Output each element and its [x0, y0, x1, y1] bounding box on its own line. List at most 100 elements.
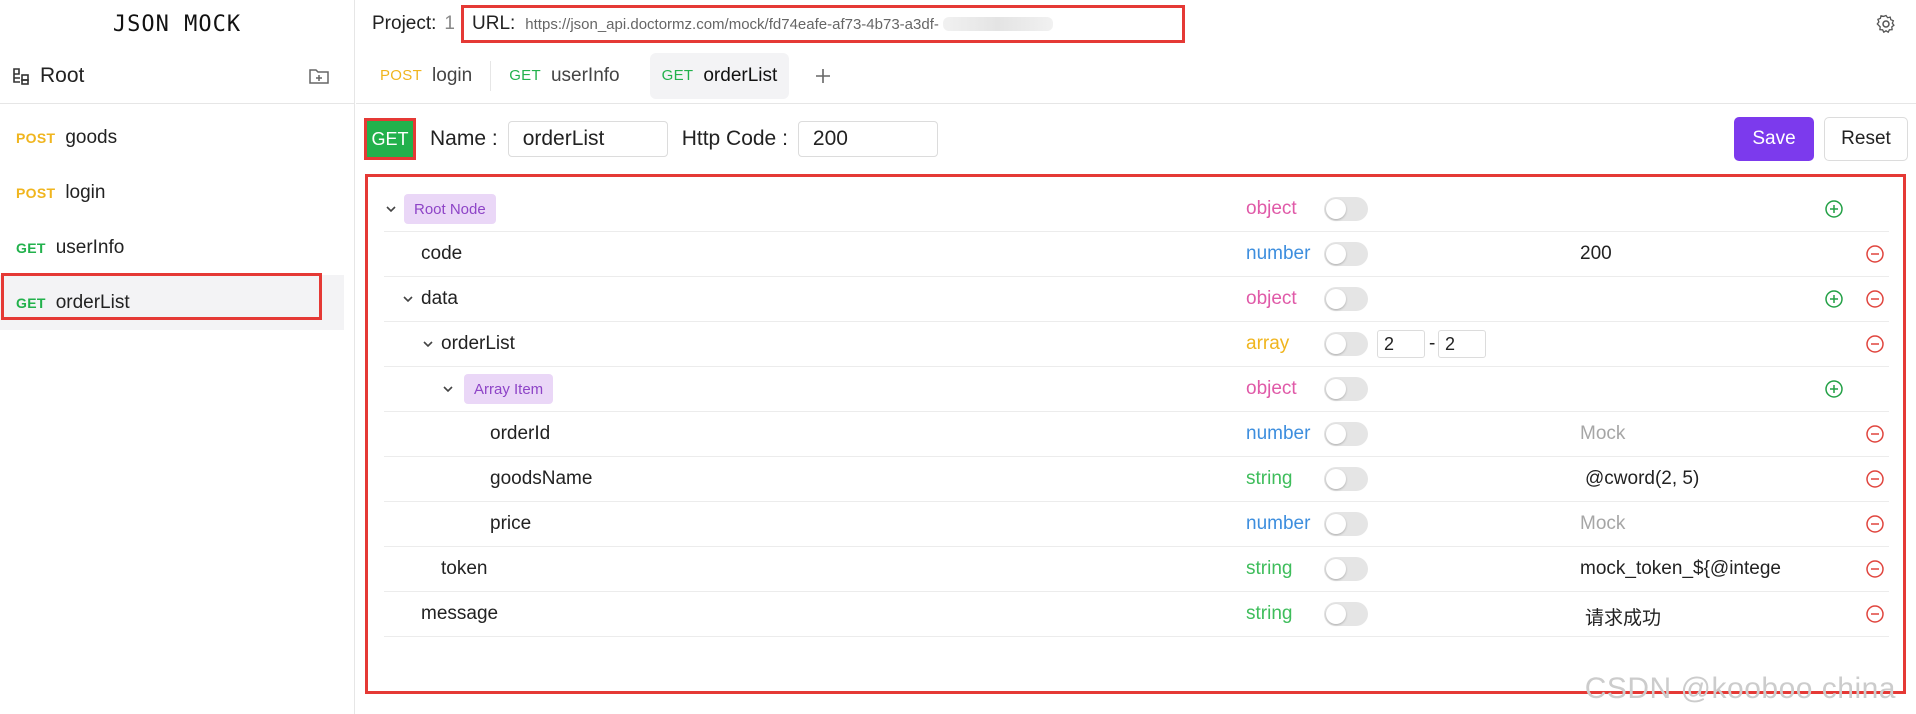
field-key[interactable]: orderList	[441, 333, 515, 355]
plus-icon	[816, 68, 831, 83]
tree-row-message: message string 请求成功	[384, 592, 1889, 637]
toggle-switch[interactable]	[1324, 602, 1368, 626]
toggle-switch[interactable]	[1324, 377, 1368, 401]
remove-circle-icon[interactable]	[1865, 244, 1885, 264]
mock-input[interactable]: Mock	[1580, 423, 1625, 445]
api-item-goods[interactable]: POST goods	[0, 110, 344, 165]
toggle-switch[interactable]	[1324, 287, 1368, 311]
field-key[interactable]: token	[441, 558, 487, 580]
toggle-switch[interactable]	[1324, 332, 1368, 356]
root-label: Root	[40, 63, 85, 87]
type-label[interactable]: number	[1246, 243, 1310, 265]
tree-row-data: data object	[384, 277, 1889, 322]
toggle-switch[interactable]	[1324, 197, 1368, 221]
add-circle-icon[interactable]	[1824, 379, 1844, 399]
name-input[interactable]	[507, 121, 668, 157]
field-key[interactable]: price	[490, 513, 531, 535]
add-circle-icon[interactable]	[1824, 289, 1844, 309]
api-name: userInfo	[55, 236, 125, 258]
method-select-button[interactable]: GET	[364, 118, 416, 160]
method-badge: GET	[509, 67, 541, 84]
method-badge: POST	[16, 129, 56, 146]
chevron-down-icon[interactable]	[384, 202, 398, 216]
api-name: orderList	[55, 291, 130, 313]
api-list: POST goods POST login GET userInfo GET o…	[0, 104, 354, 330]
tree-row-token: token string mock_token_${@intege	[384, 547, 1889, 592]
array-min-input[interactable]: 2	[1377, 330, 1425, 358]
range-separator: -	[1429, 333, 1436, 354]
chevron-down-icon[interactable]	[401, 292, 415, 306]
field-key[interactable]: data	[421, 288, 458, 310]
remove-circle-icon[interactable]	[1865, 289, 1885, 309]
type-label[interactable]: object	[1246, 288, 1297, 310]
field-key[interactable]: code	[421, 243, 462, 265]
gear-icon[interactable]	[1876, 14, 1896, 34]
remove-circle-icon[interactable]	[1865, 469, 1885, 489]
tab-label: orderList	[703, 64, 778, 86]
type-label[interactable]: array	[1246, 333, 1289, 355]
chevron-down-icon[interactable]	[441, 382, 455, 396]
add-folder-icon[interactable]	[308, 66, 330, 86]
request-form: GET Name : Http Code : Save Reset	[364, 117, 1908, 161]
api-item-userinfo[interactable]: GET userInfo	[0, 220, 344, 275]
mock-value[interactable]: 200	[1580, 243, 1612, 265]
remove-circle-icon[interactable]	[1865, 514, 1885, 534]
method-badge: GET	[16, 239, 46, 256]
tree-structure-icon	[13, 67, 29, 85]
method-badge: POST	[380, 67, 423, 84]
method-badge: GET	[16, 294, 46, 311]
toggle-switch[interactable]	[1324, 467, 1368, 491]
api-item-login[interactable]: POST login	[0, 165, 344, 220]
field-key[interactable]: message	[421, 603, 498, 625]
mock-value[interactable]: mock_token_${@intege	[1580, 558, 1781, 580]
save-button[interactable]: Save	[1734, 117, 1814, 161]
type-label[interactable]: object	[1246, 198, 1297, 220]
http-code-input[interactable]	[797, 121, 938, 157]
tree-row-orderid: orderId number Mock	[384, 412, 1889, 457]
method-badge: POST	[16, 184, 56, 201]
toggle-switch[interactable]	[1324, 422, 1368, 446]
field-key[interactable]: goodsName	[490, 468, 592, 490]
type-label[interactable]: object	[1246, 378, 1297, 400]
tab-orderlist[interactable]: GET orderList	[649, 52, 790, 99]
mock-value[interactable]: 请求成功	[1585, 603, 1661, 630]
type-label[interactable]: string	[1246, 603, 1292, 625]
type-label[interactable]: string	[1246, 468, 1292, 490]
tree-row-code: code number 200	[384, 232, 1889, 277]
tree-row-orderlist: orderList array 2 - 2	[384, 322, 1889, 367]
top-bar: Project: 1 URL: https://json_api.doctorm…	[356, 0, 1916, 48]
root-row[interactable]: Root	[0, 48, 354, 104]
sidebar: JSON MOCK Root POST goods POST login GET…	[0, 0, 355, 714]
type-label[interactable]: number	[1246, 423, 1310, 445]
api-name: goods	[65, 126, 118, 148]
type-label[interactable]: string	[1246, 558, 1292, 580]
tab-userinfo[interactable]: GET userInfo	[497, 53, 631, 99]
root-node-tag: Root Node	[404, 194, 496, 224]
add-tab-button[interactable]	[807, 60, 839, 92]
array-item-tag: Array Item	[464, 374, 554, 404]
api-item-orderlist[interactable]: GET orderList	[0, 275, 344, 330]
method-badge: GET	[661, 67, 694, 84]
tab-login[interactable]: POST login	[368, 53, 484, 99]
url-value: https://json_api.doctormz.com/mock/fd74e…	[525, 15, 939, 33]
remove-circle-icon[interactable]	[1865, 604, 1885, 624]
toggle-switch[interactable]	[1324, 557, 1368, 581]
type-label[interactable]: number	[1246, 513, 1310, 535]
http-code-label: Http Code :	[681, 127, 788, 150]
remove-circle-icon[interactable]	[1865, 424, 1885, 444]
remove-circle-icon[interactable]	[1865, 559, 1885, 579]
remove-circle-icon[interactable]	[1865, 334, 1885, 354]
url-display[interactable]: URL: https://json_api.doctormz.com/mock/…	[461, 5, 1185, 43]
project-label: Project:	[372, 13, 437, 34]
mock-value[interactable]: @cword(2, 5)	[1585, 468, 1699, 490]
reset-button[interactable]: Reset	[1824, 117, 1908, 161]
tab-label: login	[432, 64, 473, 86]
toggle-switch[interactable]	[1324, 242, 1368, 266]
field-key[interactable]: orderId	[490, 423, 550, 445]
add-circle-icon[interactable]	[1824, 199, 1844, 219]
name-label: Name :	[430, 127, 498, 150]
toggle-switch[interactable]	[1324, 512, 1368, 536]
mock-input[interactable]: Mock	[1580, 513, 1625, 535]
array-max-input[interactable]: 2	[1438, 330, 1486, 358]
chevron-down-icon[interactable]	[421, 337, 435, 351]
